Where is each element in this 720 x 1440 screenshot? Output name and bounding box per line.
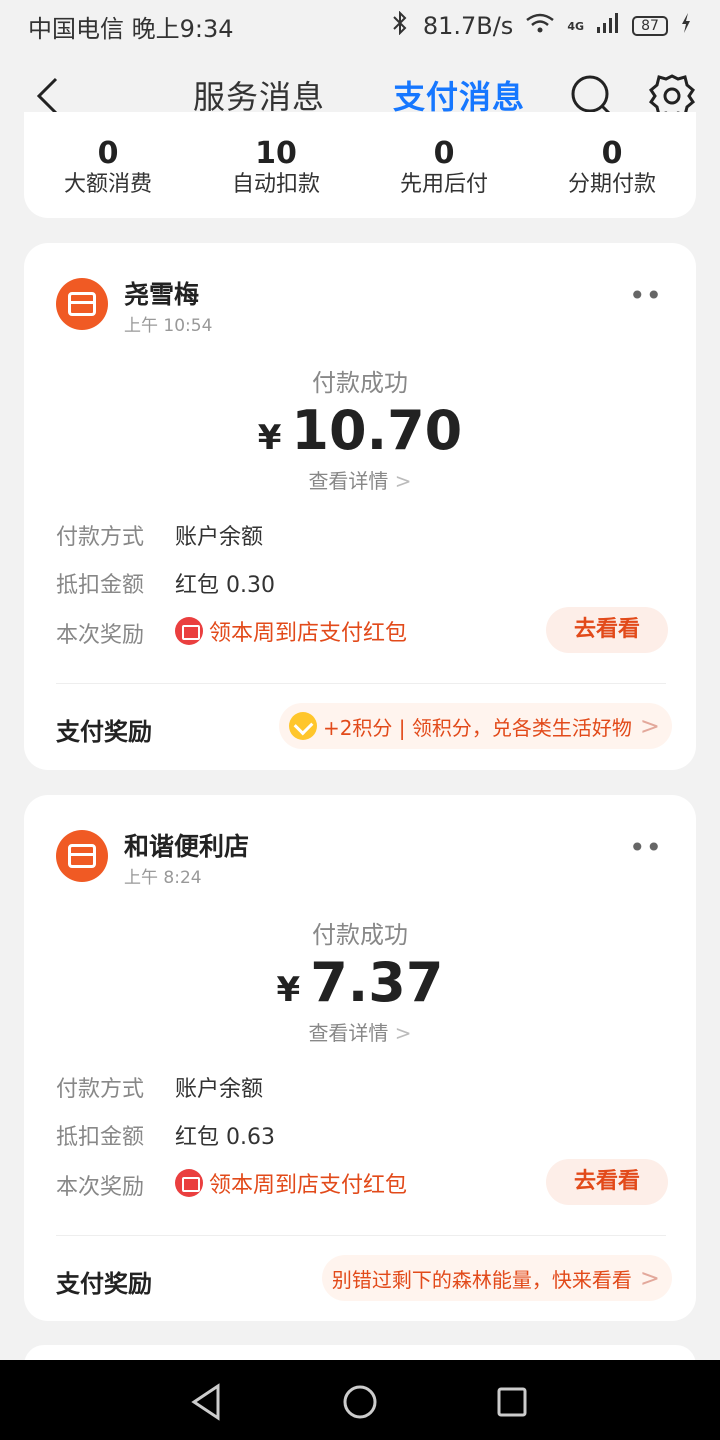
signal-icon [596, 12, 620, 40]
bonus-title: 支付奖励 [56, 1270, 152, 1298]
currency-symbol: ¥ [257, 418, 282, 458]
store-icon [56, 278, 108, 330]
bonus-pill[interactable]: +2积分 | 领积分，兑各类生活好物 > [278, 703, 672, 749]
bonus-text: +2积分 | 领积分，兑各类生活好物 [322, 715, 632, 740]
payment-amount: ¥7.37 [24, 951, 696, 1014]
bonus-pill[interactable]: 别错过剩下的森林能量，快来看看 > [321, 1255, 672, 1301]
battery-icon: 87 [632, 16, 668, 36]
amount-value: 7.37 [310, 951, 444, 1014]
stat-number: 0 [97, 136, 119, 171]
nav-home-button[interactable] [338, 1380, 382, 1424]
stat-label: 分期付款 [567, 172, 656, 197]
go-see-button[interactable]: 去看看 [546, 1159, 668, 1205]
store-icon [56, 830, 108, 882]
stat-label: 先用后付 [399, 172, 488, 197]
stat-pay-later[interactable]: 0 先用后付 [360, 136, 528, 198]
clock-text: 晚上9:34 [131, 14, 234, 43]
recent-square-icon [497, 1387, 527, 1417]
payment-method-value: 账户余额 [175, 525, 264, 550]
reward-link[interactable]: 领本周到店支付红包 [175, 615, 407, 647]
nav-recent-button[interactable] [490, 1380, 534, 1424]
stat-large-spending[interactable]: 0 大额消费 [24, 136, 192, 198]
payment-amount: ¥10.70 [24, 399, 696, 462]
reward-link[interactable]: 领本周到店支付红包 [175, 1167, 407, 1199]
deduction-label: 抵扣金额 [56, 1125, 145, 1150]
amount-value: 10.70 [291, 399, 463, 462]
payment-time: 上午 10:54 [124, 316, 213, 336]
points-coin-icon [288, 712, 317, 740]
divider [56, 1235, 666, 1236]
stats-row: 0 大额消费 10 自动扣款 0 先用后付 0 分期付款 [24, 136, 696, 198]
stat-label: 自动扣款 [231, 172, 320, 197]
payment-status: 付款成功 [312, 369, 408, 397]
reward-text: 领本周到店支付红包 [209, 621, 408, 646]
status-right: 81.7B/s 4G 87 [389, 10, 692, 41]
currency-symbol: ¥ [276, 970, 301, 1010]
payment-method-label: 付款方式 [56, 525, 145, 550]
chevron-right-icon: > [639, 712, 660, 740]
view-details-label: 查看详情 [308, 469, 389, 493]
network-speed-text: 81.7B/s [422, 12, 514, 40]
gift-icon [175, 617, 203, 645]
view-details-label: 查看详情 [308, 1021, 389, 1045]
go-see-button[interactable]: 去看看 [546, 607, 668, 653]
reward-label: 本次奖励 [56, 623, 145, 648]
payment-method-label: 付款方式 [56, 1077, 145, 1102]
payment-time: 上午 8:24 [124, 868, 202, 888]
view-details-link[interactable]: 查看详情 > [24, 1017, 696, 1046]
stat-number: 0 [601, 136, 623, 171]
stat-number: 10 [255, 136, 297, 171]
chevron-right-icon: > [394, 1021, 412, 1045]
stat-installment[interactable]: 0 分期付款 [528, 136, 696, 198]
stat-number: 0 [433, 136, 455, 171]
stat-label: 大额消费 [63, 172, 152, 197]
chevron-right-icon: > [394, 469, 412, 493]
bluetooth-icon [389, 10, 411, 41]
home-circle-icon [343, 1385, 377, 1419]
bonus-text: 别错过剩下的森林能量，快来看看 [331, 1267, 632, 1292]
merchant-name: 和谐便利店 [124, 832, 250, 861]
network-type-text: 4G [567, 19, 584, 33]
view-details-link[interactable]: 查看详情 > [24, 465, 696, 494]
nav-back-button[interactable] [184, 1380, 228, 1424]
bonus-title: 支付奖励 [56, 718, 152, 746]
deduction-value: 红包 0.63 [175, 1125, 275, 1150]
deduction-value: 红包 0.30 [175, 573, 275, 598]
merchant-name: 尧雪梅 [124, 280, 200, 309]
reward-text: 领本周到店支付红包 [209, 1173, 408, 1198]
deduction-label: 抵扣金额 [56, 573, 145, 598]
back-triangle-icon [191, 1383, 220, 1421]
payment-status: 付款成功 [312, 921, 408, 949]
stats-card: 0 大额消费 10 自动扣款 0 先用后付 0 分期付款 [24, 112, 696, 218]
payment-card: 和谐便利店 上午 8:24 •• 付款成功 ¥7.37 查看详情 > 付款方式 … [24, 795, 696, 1321]
stat-auto-debit[interactable]: 10 自动扣款 [192, 136, 360, 198]
status-left: 中国电信 晚上9:34 [28, 9, 389, 44]
gift-icon [175, 1169, 203, 1197]
status-bar: 中国电信 晚上9:34 81.7B/s 4G 87 [0, 0, 720, 52]
shop-shape [68, 844, 96, 868]
payment-method-value: 账户余额 [175, 1077, 264, 1102]
more-options-icon[interactable]: •• [629, 831, 662, 864]
reward-label: 本次奖励 [56, 1175, 145, 1200]
shop-shape [68, 292, 96, 316]
divider [56, 683, 666, 684]
charging-icon [680, 12, 692, 40]
wifi-icon [525, 12, 555, 40]
more-options-icon[interactable]: •• [629, 279, 662, 312]
system-navigation-bar [0, 1360, 720, 1440]
chevron-right-icon: > [639, 1264, 660, 1292]
carrier-text: 中国电信 [28, 14, 124, 43]
payment-card: 尧雪梅 上午 10:54 •• 付款成功 ¥10.70 查看详情 > 付款方式 … [24, 243, 696, 770]
